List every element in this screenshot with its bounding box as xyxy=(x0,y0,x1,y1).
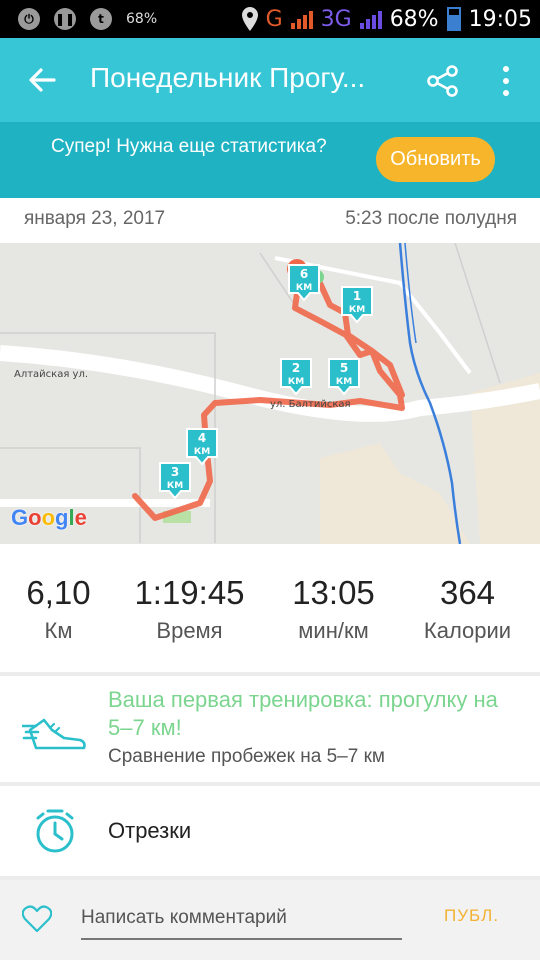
km-marker-unit: КМ xyxy=(349,305,365,315)
stat-calories-label: Калории xyxy=(423,618,512,643)
heart-icon[interactable] xyxy=(22,905,52,933)
share-icon[interactable] xyxy=(426,64,460,98)
km-marker-number: 1 xyxy=(353,289,361,303)
street-label-2: ул. Балтийская xyxy=(270,399,351,410)
km-marker-1: 1 КМ xyxy=(341,286,373,324)
page-title: Понедельник Прогу... xyxy=(90,62,366,93)
stopwatch-icon xyxy=(36,809,74,853)
publish-button[interactable]: ПУБЛ. xyxy=(444,906,499,926)
route-map[interactable]: 1 КМ 2 КМ 3 КМ 4 КМ 5 КМ 6 КМ Алтайская ул. ул. Бал… xyxy=(0,243,540,544)
km-marker-number: 4 xyxy=(198,431,206,445)
stat-distance-value: 6,10 xyxy=(26,574,91,611)
km-marker-5: 5 КМ xyxy=(328,358,360,396)
km-marker-4: 4 КМ xyxy=(186,428,218,466)
activity-time: 5:23 после полудня xyxy=(345,208,517,229)
km-marker-number: 6 xyxy=(300,267,308,281)
stat-time-value: 1:19:45 xyxy=(134,574,245,611)
splits-label: Отрезки xyxy=(108,818,192,843)
km-marker-6: 6 КМ xyxy=(288,264,320,302)
network-type-g: G xyxy=(265,6,283,32)
arrow-back-icon[interactable] xyxy=(26,64,58,96)
upgrade-button[interactable]: Обновить xyxy=(376,137,495,182)
stat-pace: 13:05 мин/км xyxy=(266,574,401,644)
location-icon xyxy=(241,7,258,31)
km-marker-unit: КМ xyxy=(194,447,210,457)
stat-pace-value: 13:05 xyxy=(292,574,375,611)
t-app-icon: t xyxy=(90,8,112,30)
km-marker-number: 2 xyxy=(292,361,300,375)
km-marker-2: 2 КМ xyxy=(280,358,312,396)
activity-stats: 6,10 Км 1:19:45 Время 13:05 мин/км 364 К… xyxy=(0,544,540,672)
achievement-subtitle: Сравнение пробежек на 5–7 км xyxy=(108,746,385,767)
signal-bars-icon xyxy=(290,9,313,29)
stat-time: 1:19:45 Время xyxy=(122,574,257,644)
km-marker-number: 5 xyxy=(340,361,348,375)
comment-bar: ПУБЛ. xyxy=(0,880,540,960)
stat-distance-label: Км xyxy=(44,618,73,643)
km-markers: 1 КМ 2 КМ 3 КМ 4 КМ 5 КМ 6 КМ xyxy=(159,264,373,500)
status-bar: ⏻ ❚❚ t 68% G 3G 68% 19:05 xyxy=(0,0,540,38)
km-marker-unit: КМ xyxy=(296,283,312,293)
activity-datetime-row: января 23, 2017 5:23 после полудня xyxy=(0,198,540,243)
km-marker-unit: КМ xyxy=(336,377,352,387)
google-logo: Google xyxy=(11,505,87,530)
achievement-title: Ваша первая тренировка: прогулку на 5–7 … xyxy=(108,687,498,740)
clock: 19:05 xyxy=(468,6,532,32)
more-vert-icon[interactable] xyxy=(496,64,516,98)
km-marker-number: 3 xyxy=(171,465,179,479)
battery-percent: 68% xyxy=(389,6,439,32)
activity-date: января 23, 2017 xyxy=(24,208,166,229)
signal-bars-2-icon xyxy=(359,9,382,29)
street-label-1: Алтайская ул. xyxy=(14,369,89,380)
power-icon: ⏻ xyxy=(18,8,40,30)
stat-pace-label: мин/км xyxy=(298,618,369,643)
battery-icon xyxy=(446,7,461,31)
stat-distance: 6,10 Км xyxy=(0,574,126,644)
splits-row[interactable]: Отрезки xyxy=(0,786,540,876)
km-marker-unit: КМ xyxy=(288,377,304,387)
upgrade-banner-text: Супер! Нужна еще статистика? xyxy=(51,136,327,157)
status-percent-small: 68% xyxy=(126,11,158,27)
km-marker-3: 3 КМ xyxy=(159,462,191,500)
running-shoe-icon xyxy=(22,718,86,750)
stat-calories: 364 Калории xyxy=(400,574,535,644)
stat-time-label: Время xyxy=(156,618,223,643)
app-bar: Понедельник Прогу... xyxy=(0,38,540,122)
upgrade-banner: Супер! Нужна еще статистика? Обновить xyxy=(0,122,540,198)
stat-calories-value: 364 xyxy=(439,574,496,611)
pause-icon: ❚❚ xyxy=(54,8,76,30)
comment-input[interactable] xyxy=(81,898,402,940)
km-marker-unit: КМ xyxy=(167,481,183,491)
achievement-card[interactable]: Ваша первая тренировка: прогулку на 5–7 … xyxy=(0,676,540,782)
network-type-3g: 3G xyxy=(320,6,352,32)
